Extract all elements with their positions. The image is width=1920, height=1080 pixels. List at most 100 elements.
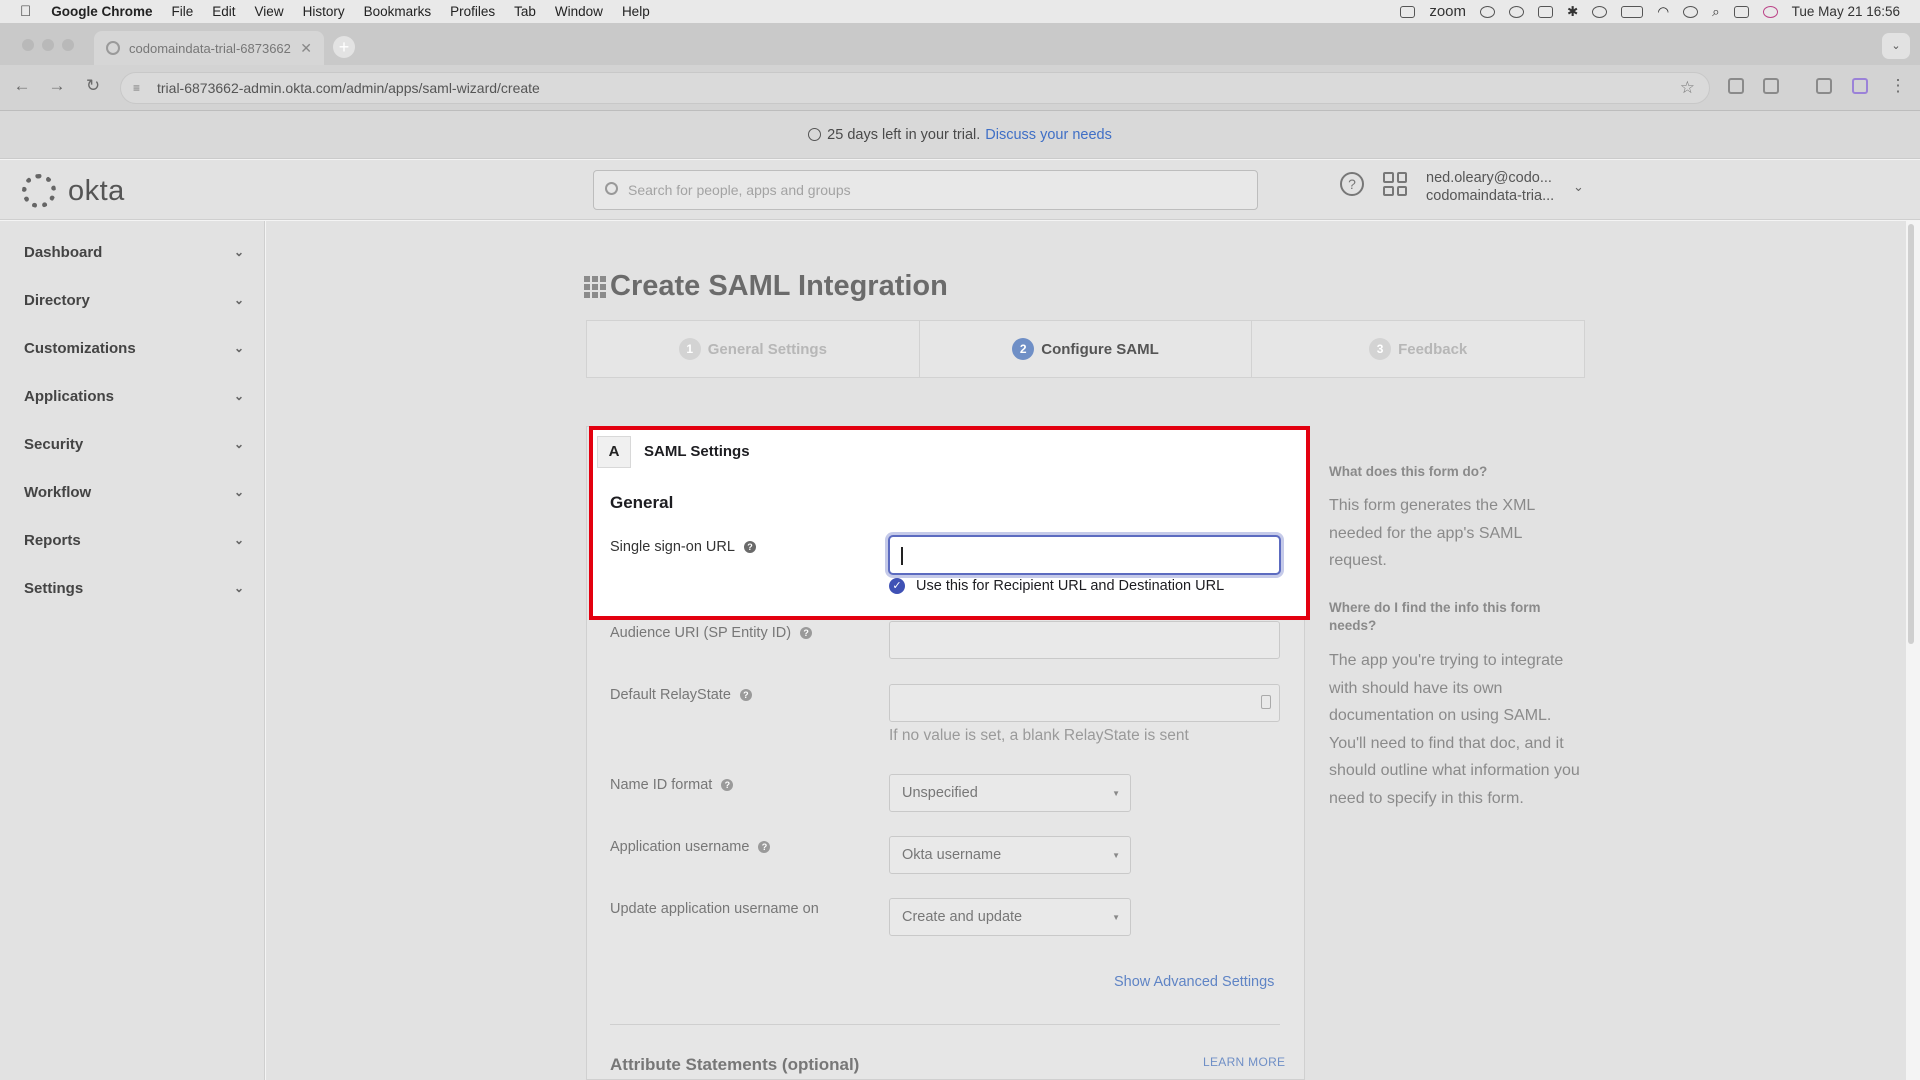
tab-search-button[interactable]: ⌄ (1882, 33, 1910, 59)
play-icon[interactable] (1592, 5, 1608, 18)
recipient-url-checkbox-label[interactable]: Use this for Recipient URL and Destinati… (916, 578, 1224, 594)
forward-icon[interactable]: → (45, 76, 69, 96)
step-number: 1 (678, 338, 701, 360)
page-scrollbar[interactable] (1908, 224, 1914, 644)
macos-menubar:  Google Chrome File Edit View History B… (0, 0, 1920, 23)
chevron-down-icon[interactable]: ⌄ (1573, 179, 1584, 195)
tab-close-icon[interactable]: ✕ (300, 40, 312, 57)
window-minimize-button[interactable] (42, 39, 54, 51)
sso-url-input[interactable] (888, 535, 1281, 575)
battery-icon[interactable] (1621, 5, 1644, 18)
record-icon[interactable] (1509, 5, 1525, 18)
dropdown-arrow-icon: ▼ (1112, 788, 1120, 798)
sidebar-item-workflow[interactable]: Workflow ⌄ (24, 480, 244, 504)
okta-logo[interactable]: okta (22, 174, 125, 208)
app-grid-icon[interactable] (1383, 172, 1407, 196)
step-feedback[interactable]: 3 Feedback (1252, 321, 1584, 377)
menu-edit[interactable]: Edit (212, 4, 235, 19)
help-circle-icon[interactable]: ? (800, 627, 813, 639)
sso-url-label: Single sign-on URL? (610, 539, 756, 555)
window-close-button[interactable] (22, 39, 34, 51)
step-label: Configure SAML (1041, 340, 1159, 358)
window-zoom-button[interactable] (62, 39, 74, 51)
drive-icon[interactable] (1480, 5, 1496, 18)
search-placeholder: Search for people, apps and groups (628, 182, 851, 198)
discuss-needs-link[interactable]: Discuss your needs (985, 127, 1112, 143)
menu-view[interactable]: View (255, 4, 284, 19)
extension-icon[interactable] (1728, 78, 1744, 94)
global-search-input[interactable]: Search for people, apps and groups (593, 170, 1258, 210)
sidebar-item-directory[interactable]: Directory ⌄ (24, 288, 244, 312)
apple-icon[interactable]:  (20, 3, 31, 20)
help-icon[interactable]: ? (1340, 172, 1364, 196)
sidebar-item-applications[interactable]: Applications ⌄ (24, 384, 244, 408)
browser-menu-icon[interactable]: ⋮ (1886, 76, 1910, 96)
menu-help[interactable]: Help (622, 4, 650, 19)
control-center-icon[interactable] (1733, 5, 1749, 18)
new-tab-button[interactable]: + (333, 36, 355, 58)
okta-wordmark: okta (68, 174, 125, 207)
section-divider (610, 1024, 1280, 1025)
user-icon[interactable] (1683, 5, 1699, 18)
page-title: Create SAML Integration (610, 270, 948, 302)
help-answer-1: This form generates the XML needed for t… (1329, 497, 1535, 569)
relay-state-label-text: Default RelayState (610, 687, 731, 703)
dropdown-arrow-icon: ▼ (1112, 850, 1120, 860)
update-username-select[interactable]: Create and update ▼ (889, 898, 1131, 936)
sidebar-item-reports[interactable]: Reports ⌄ (24, 528, 244, 552)
password-manager-icon[interactable] (1261, 695, 1271, 709)
audience-uri-input[interactable] (889, 621, 1280, 659)
menu-history[interactable]: History (303, 4, 345, 19)
step-general-settings[interactable]: 1 General Settings (587, 321, 920, 377)
sidebar-item-dashboard[interactable]: Dashboard ⌄ (24, 240, 244, 264)
reading-list-icon[interactable] (1816, 78, 1832, 94)
bookmark-star-icon[interactable]: ☆ (1680, 78, 1695, 98)
app-add-icon (584, 275, 606, 298)
app-icon[interactable] (1538, 5, 1554, 18)
wifi-icon[interactable]: ◠ (1657, 4, 1669, 20)
sidebar-item-settings[interactable]: Settings ⌄ (24, 576, 244, 600)
text-cursor (901, 547, 903, 565)
sso-url-label-text: Single sign-on URL (610, 539, 735, 555)
section-title: SAML Settings (644, 443, 750, 460)
help-circle-icon[interactable]: ? (758, 841, 771, 853)
reload-icon[interactable]: ↻ (81, 76, 105, 96)
tab-title: codomaindata-trial-6873662 (129, 40, 291, 56)
notion-icon[interactable] (1400, 5, 1416, 18)
help-circle-icon[interactable]: ? (721, 779, 734, 791)
siri-icon[interactable] (1762, 5, 1778, 18)
learn-more-link[interactable]: LEARN MORE (1203, 1055, 1285, 1069)
bluetooth-icon[interactable]: ✱ (1567, 4, 1578, 20)
search-icon (605, 182, 618, 195)
browser-tab[interactable]: codomaindata-trial-6873662 ✕ (94, 31, 324, 65)
chevron-down-icon: ⌄ (233, 389, 244, 403)
menu-profiles[interactable]: Profiles (450, 4, 495, 19)
show-advanced-settings-link[interactable]: Show Advanced Settings (1114, 974, 1274, 990)
spotlight-icon[interactable]: ⌕ (1712, 4, 1720, 20)
menubar-app-name[interactable]: Google Chrome (51, 4, 152, 19)
help-circle-icon[interactable]: ? (743, 541, 756, 553)
name-id-format-select[interactable]: Unspecified ▼ (889, 774, 1131, 812)
menu-bookmarks[interactable]: Bookmarks (364, 4, 432, 19)
back-icon[interactable]: ← (10, 76, 34, 96)
site-info-icon[interactable]: ≡ (133, 81, 140, 95)
menu-file[interactable]: File (172, 4, 194, 19)
zoom-label[interactable]: zoom (1429, 3, 1466, 20)
sidebar-item-label: Customizations (24, 339, 136, 357)
update-username-value: Create and update (902, 909, 1023, 925)
sidebar-item-customizations[interactable]: Customizations ⌄ (24, 336, 244, 360)
menubar-clock[interactable]: Tue May 21 16:56 (1792, 4, 1900, 19)
application-username-select[interactable]: Okta username ▼ (889, 836, 1131, 874)
extensions-puzzle-icon[interactable] (1763, 78, 1779, 94)
step-label: General Settings (707, 340, 827, 358)
menu-window[interactable]: Window (555, 4, 603, 19)
step-configure-saml[interactable]: 2 Configure SAML (920, 321, 1253, 377)
recipient-url-checkbox[interactable]: ✓ (889, 578, 905, 594)
relay-state-input[interactable] (889, 684, 1280, 722)
help-circle-icon[interactable]: ? (739, 689, 752, 701)
menu-tab[interactable]: Tab (514, 4, 536, 19)
profile-icon[interactable] (1852, 78, 1868, 94)
user-menu[interactable]: ned.oleary@codo... codomaindata-tria... (1426, 169, 1554, 205)
address-bar[interactable]: ≡ trial-6873662-admin.okta.com/admin/app… (120, 72, 1710, 104)
sidebar-item-security[interactable]: Security ⌄ (24, 432, 244, 456)
